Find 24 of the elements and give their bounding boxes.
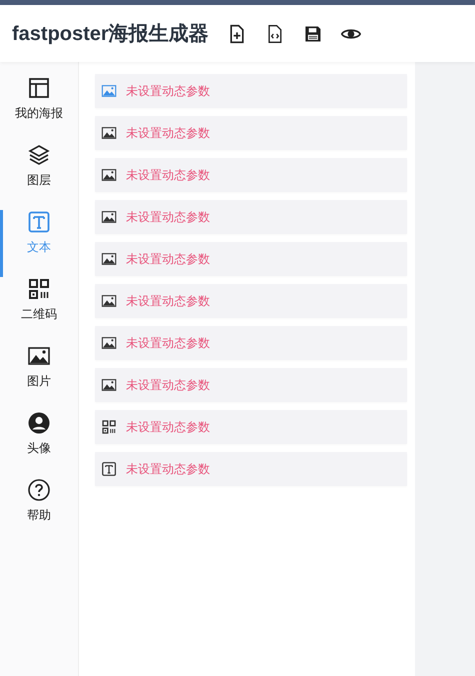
sidebar-item[interactable]: 我的海报 [0,76,78,143]
sidebar-item[interactable]: 图层 [0,143,78,210]
sidebar-item[interactable]: 帮助 [0,478,78,545]
user-avatar-icon [27,411,51,435]
param-row[interactable]: 未设置动态参数 [95,200,407,234]
image-icon [27,344,51,368]
param-row[interactable]: 未设置动态参数 [95,242,407,276]
text-icon [27,210,51,234]
param-row[interactable]: 未设置动态参数 [95,410,407,444]
param-row[interactable]: 未设置动态参数 [95,74,407,108]
param-row[interactable]: 未设置动态参数 [95,368,407,402]
param-row[interactable]: 未设置动态参数 [95,116,407,150]
layers-icon [27,143,51,167]
layout-icon [27,76,51,100]
app-title: fastposter海报生成器 [12,22,209,47]
param-row[interactable]: 未设置动态参数 [95,326,407,360]
help-icon [27,478,51,502]
param-row[interactable]: 未设置动态参数 [95,158,407,192]
sidebar-item[interactable]: 头像 [0,411,78,478]
sidebar-item[interactable]: 二维码 [0,277,78,344]
param-row[interactable]: 未设置动态参数 [95,452,407,486]
qr-code-icon [27,277,51,301]
param-row[interactable]: 未设置动态参数 [95,284,407,318]
sidebar-item[interactable]: 图片 [0,344,78,411]
